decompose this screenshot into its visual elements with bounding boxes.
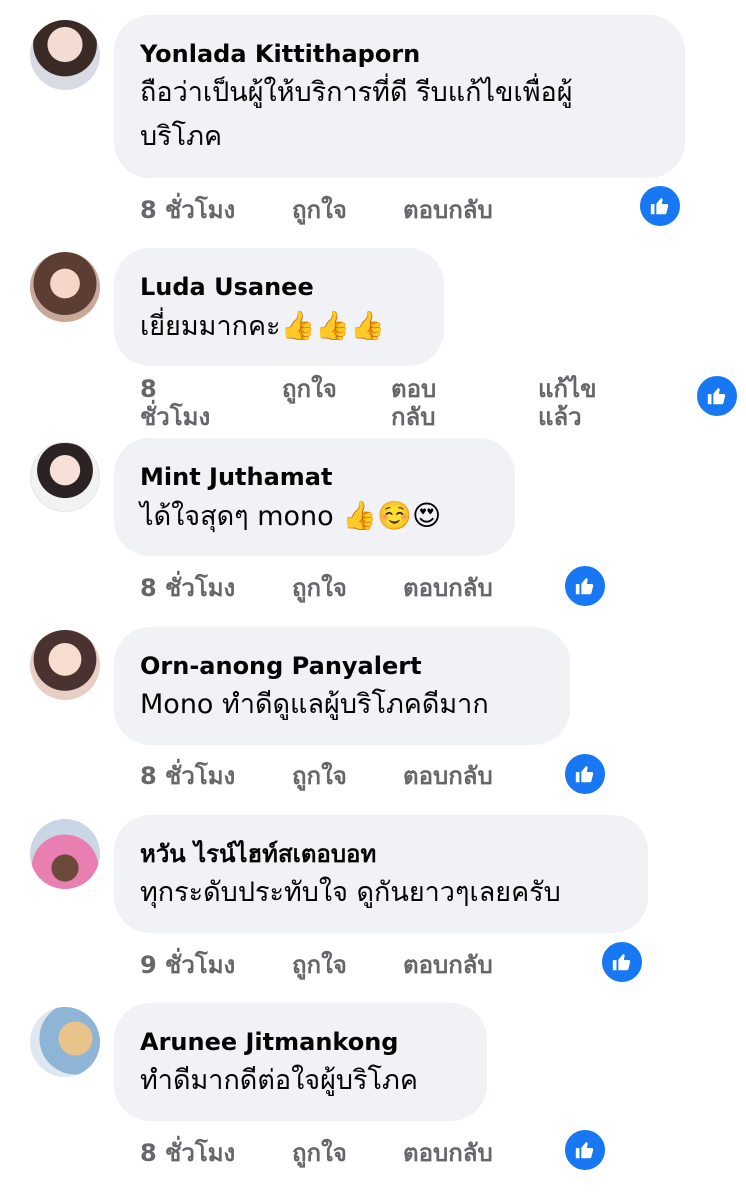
reaction-emoji: 👍☺️😍 — [342, 499, 442, 532]
avatar[interactable] — [30, 442, 100, 512]
reply-button[interactable]: ตอบกลับ — [403, 1136, 493, 1170]
thumbs-up-icon — [574, 575, 596, 597]
avatar[interactable] — [30, 630, 100, 700]
comment-text: Mono ทำดีดูแลผู้บริโภคดีมาก — [140, 689, 489, 720]
comment-author[interactable]: หวัน ไรน์ไฮท์สเตอบอท — [140, 837, 622, 871]
like-button[interactable]: ถูกใจ — [292, 571, 347, 605]
reply-button[interactable]: ตอบ กลับ — [391, 375, 436, 431]
reply-line: ตอบ — [391, 375, 437, 403]
like-button[interactable]: ถูกใจ — [282, 375, 337, 403]
comment-time[interactable]: 8 ชั่วโมง — [140, 1136, 235, 1170]
comment-bubble: Mint Juthamat ได้ใจสุดๆ mono 👍☺️😍 — [114, 438, 515, 556]
avatar[interactable] — [30, 1007, 100, 1077]
thumbs-up-icon — [611, 951, 633, 973]
comment-author[interactable]: Arunee Jitmankong — [140, 1025, 461, 1059]
comment-time[interactable]: 8 ชั่วโมง — [140, 571, 235, 605]
comment-text-content: เยี่ยมมากคะ — [140, 311, 281, 342]
comment-time[interactable]: 8 ชั่วโมง — [140, 193, 235, 227]
thumbs-up-emoji: 👍👍👍 — [280, 309, 386, 342]
avatar[interactable] — [30, 20, 100, 90]
comment-text: ทุกระดับประทับใจ ดูกันยาวๆเลยครับ — [140, 877, 561, 908]
comment-bubble: หวัน ไรน์ไฮท์สเตอบอท ทุกระดับประทับใจ ดู… — [114, 815, 648, 933]
like-button[interactable]: ถูกใจ — [292, 193, 347, 227]
thumbs-up-icon — [574, 1139, 596, 1161]
like-reaction-badge[interactable] — [563, 1128, 607, 1172]
comment-author[interactable]: Luda Usanee — [140, 270, 418, 304]
reply-button[interactable]: ตอบกลับ — [403, 571, 493, 605]
comment-time[interactable]: 8 ชั่วโมง — [140, 759, 235, 793]
like-reaction-badge[interactable] — [695, 374, 739, 418]
thumbs-up-icon — [706, 385, 728, 407]
comment-bubble: Yonlada Kittithaporn ถือว่าเป็นผู้ให้บริ… — [114, 15, 685, 178]
comment-text: บริโภค — [140, 121, 223, 152]
thumbs-up-icon — [649, 195, 671, 217]
comment-text-content: ได้ใจสุดๆ mono — [140, 501, 334, 532]
like-reaction-badge[interactable] — [563, 752, 607, 796]
avatar[interactable] — [30, 252, 100, 322]
like-reaction-badge[interactable] — [638, 184, 682, 228]
comment-time-line: 8 — [140, 375, 157, 403]
comment-time-line: ชั่วโมง — [140, 403, 211, 431]
like-button[interactable]: ถูกใจ — [292, 948, 347, 982]
comment-text: ได้ใจสุดๆ mono 👍☺️😍 — [140, 494, 489, 539]
comment-author[interactable]: Orn-anong Panyalert — [140, 649, 544, 683]
reply-button[interactable]: ตอบกลับ — [403, 948, 493, 982]
comment-text: ถือว่าเป็นผู้ให้บริการที่ดี รีบแก้ไขเพื่… — [140, 77, 573, 108]
comment-text: เยี่ยมมากคะ👍👍👍 — [140, 304, 418, 349]
like-reaction-badge[interactable] — [600, 940, 644, 984]
like-button[interactable]: ถูกใจ — [292, 1136, 347, 1170]
reply-line: กลับ — [391, 403, 436, 431]
comment-time[interactable]: 9 ชั่วโมง — [140, 948, 235, 982]
avatar[interactable] — [30, 819, 100, 889]
like-reaction-badge[interactable] — [563, 564, 607, 608]
comment-author[interactable]: Mint Juthamat — [140, 460, 489, 494]
edited-line: แล้ว — [538, 403, 582, 431]
comment-bubble: Orn-anong Panyalert Mono ทำดีดูแลผู้บริโ… — [114, 627, 570, 745]
comment-time[interactable]: 8 ชั่วโมง — [140, 375, 210, 431]
like-button[interactable]: ถูกใจ — [292, 759, 347, 793]
thumbs-up-icon — [574, 763, 596, 785]
reply-button[interactable]: ตอบกลับ — [403, 193, 493, 227]
edited-label[interactable]: แก้ไข แล้ว — [538, 375, 596, 431]
edited-line: แก้ไข — [538, 375, 597, 403]
comment-bubble: Arunee Jitmankong ทำดีมากดีต่อใจผู้บริโภ… — [114, 1003, 487, 1121]
comment-author[interactable]: Yonlada Kittithaporn — [140, 37, 659, 71]
reply-button[interactable]: ตอบกลับ — [403, 759, 493, 793]
comment-text: ทำดีมากดีต่อใจผู้บริโภค — [140, 1065, 418, 1096]
comment-bubble: Luda Usanee เยี่ยมมากคะ👍👍👍 — [114, 248, 444, 366]
